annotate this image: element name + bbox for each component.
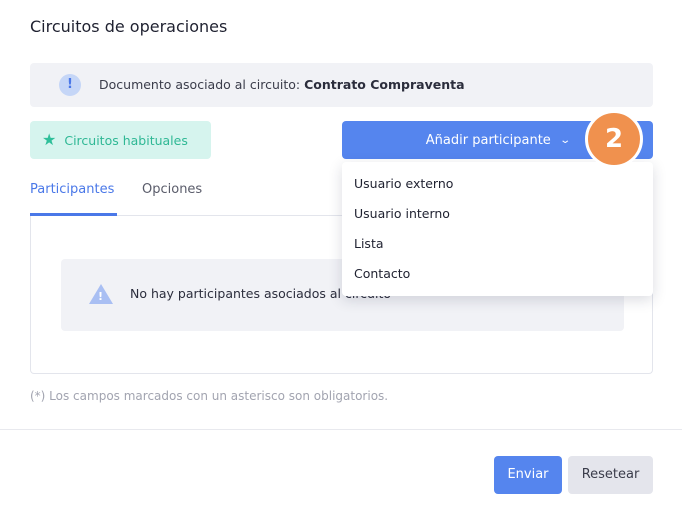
dropdown-item-contacto[interactable]: Contacto [354, 266, 410, 281]
dropdown-item-usuario-interno[interactable]: Usuario interno [354, 206, 450, 221]
add-participant-dropdown: Usuario externo Usuario interno Lista Co… [342, 162, 653, 296]
document-info-bar: ! Documento asociado al circuito: Contra… [30, 63, 653, 107]
send-button[interactable]: Enviar [494, 456, 562, 494]
document-info-label: Documento asociado al circuito: [99, 77, 301, 92]
warning-icon-mark: ! [98, 290, 104, 303]
page-title: Circuitos de operaciones [30, 17, 228, 36]
tab-opciones[interactable]: Opciones [142, 182, 202, 216]
step-badge: 2 [585, 110, 643, 168]
star-icon: ★ [42, 130, 57, 149]
habitual-circuits-label: Circuitos habituales [64, 132, 188, 148]
tab-participantes[interactable]: Participantes [30, 182, 117, 216]
dropdown-item-usuario-externo[interactable]: Usuario externo [354, 176, 453, 191]
document-info-text: Documento asociado al circuito: Contrato… [99, 77, 465, 92]
add-participant-label: Añadir participante [425, 132, 551, 148]
document-name: Contrato Compraventa [304, 77, 465, 92]
reset-button[interactable]: Resetear [568, 456, 653, 494]
habitual-circuits-button[interactable]: ★ Circuitos habituales [30, 121, 211, 159]
info-icon: ! [59, 74, 81, 96]
footer-divider [0, 429, 682, 430]
required-fields-note: (*) Los campos marcados con un asterisco… [30, 389, 389, 403]
dropdown-item-lista[interactable]: Lista [354, 236, 384, 251]
chevron-down-icon: ⌄ [559, 134, 571, 146]
